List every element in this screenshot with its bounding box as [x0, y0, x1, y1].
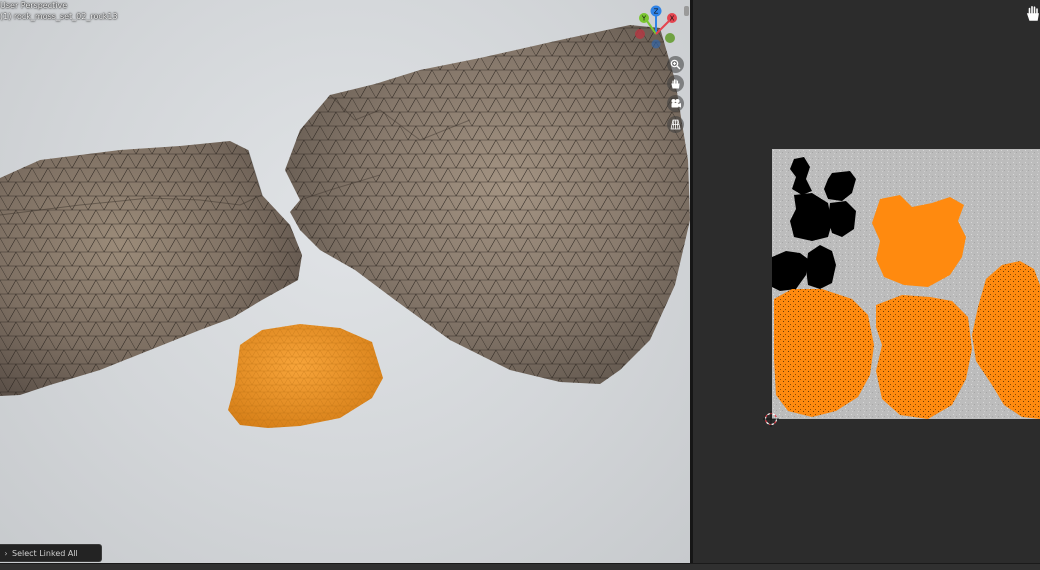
- uv-editor[interactable]: [693, 0, 1040, 563]
- perspective-grid-icon[interactable]: [667, 116, 684, 133]
- operator-label: Select Linked All: [12, 548, 78, 558]
- camera-icon[interactable]: [667, 95, 684, 112]
- viewport-scene: [0, 25, 690, 428]
- navigation-gizmo[interactable]: Z Y X: [632, 4, 682, 52]
- gizmo-y-label: Y: [641, 15, 647, 23]
- uv-texture-image[interactable]: [772, 149, 1040, 419]
- chevron-right-icon: ›: [4, 548, 8, 558]
- zoom-icon[interactable]: [667, 56, 684, 73]
- active-object-label: (1) rock_moss_set_02_rock13: [0, 12, 118, 21]
- hand-pan-icon[interactable]: [1026, 5, 1040, 21]
- 3d-viewport[interactable]: User Perspective (1) rock_moss_set_02_ro…: [0, 0, 690, 563]
- rock-right-mesh: [285, 25, 690, 384]
- gizmo-z-label: Z: [654, 8, 659, 16]
- rock-selected-mesh: [228, 324, 383, 428]
- gizmo-x-label: X: [670, 15, 675, 23]
- viewport-mode-label: User Perspective: [0, 1, 68, 10]
- viewport-region-toggle[interactable]: [684, 6, 689, 16]
- hand-pan-icon[interactable]: [667, 75, 684, 92]
- 2d-cursor-icon[interactable]: [763, 411, 779, 427]
- last-operator-panel[interactable]: › Select Linked All: [0, 544, 102, 562]
